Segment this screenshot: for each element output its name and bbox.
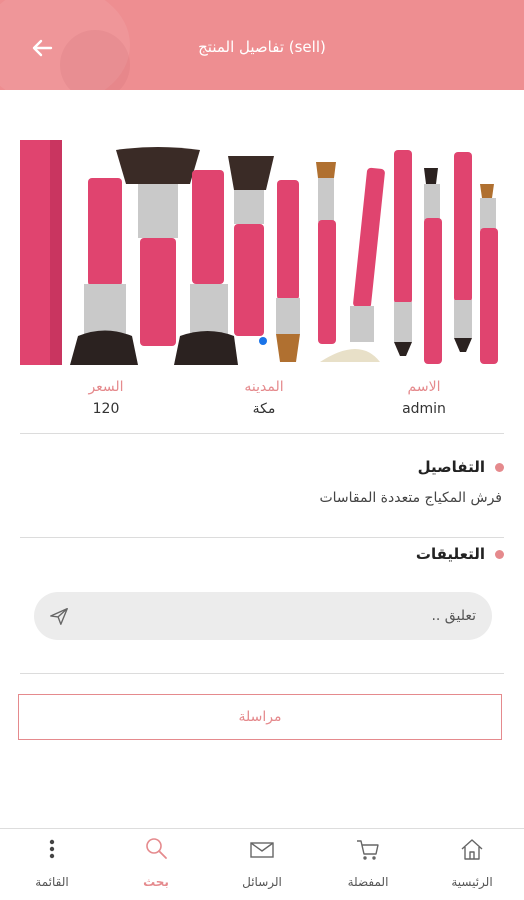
name-field: الاسم admin bbox=[364, 376, 484, 420]
bottom-nav: الرئيسية المفضلة الرسائل بحث القائمة bbox=[0, 828, 524, 900]
search-icon bbox=[146, 838, 167, 859]
product-image[interactable] bbox=[20, 140, 504, 365]
city-field: المدينه مكة bbox=[204, 376, 324, 420]
nav-search-label: بحث bbox=[143, 875, 169, 889]
nav-favorites-label: المفضلة bbox=[347, 875, 389, 889]
comment-box bbox=[34, 592, 492, 640]
product-info-row: الاسم admin المدينه مكة السعر 120 bbox=[20, 376, 504, 426]
page-title: تفاصيل المنتج (sell) bbox=[198, 38, 326, 56]
bullet-icon bbox=[495, 549, 504, 559]
product-details-page: تفاصيل المنتج (sell) الاسم admin المدينه… bbox=[0, 0, 524, 900]
cart-icon bbox=[357, 840, 379, 860]
nav-search[interactable]: بحث bbox=[106, 835, 206, 897]
name-label: الاسم bbox=[407, 379, 441, 395]
price-value: 120 bbox=[92, 401, 120, 417]
comments-section-header: التعليقات bbox=[416, 545, 504, 563]
nav-home[interactable]: الرئيسية bbox=[422, 835, 522, 897]
message-button[interactable]: مراسلة bbox=[18, 694, 502, 740]
nav-home-label: الرئيسية bbox=[451, 875, 493, 889]
price-field: السعر 120 bbox=[46, 376, 166, 420]
price-label: السعر bbox=[88, 379, 124, 395]
send-icon[interactable] bbox=[48, 605, 70, 627]
nav-messages-label: الرسائل bbox=[242, 875, 282, 889]
divider bbox=[20, 537, 504, 538]
details-section-header: التفاصيل bbox=[418, 458, 504, 476]
nav-menu[interactable]: القائمة bbox=[2, 835, 102, 897]
comment-input[interactable] bbox=[94, 592, 476, 640]
more-vertical-icon bbox=[49, 839, 55, 859]
nav-messages[interactable]: الرسائل bbox=[212, 835, 312, 897]
details-text: فرش المكياج متعددة المقاسات bbox=[319, 490, 502, 506]
city-label: المدينه bbox=[244, 379, 284, 395]
nav-menu-label: القائمة bbox=[35, 875, 69, 889]
home-icon bbox=[461, 839, 483, 860]
app-header: تفاصيل المنتج (sell) bbox=[0, 0, 524, 90]
name-value: admin bbox=[402, 401, 446, 417]
divider bbox=[20, 673, 504, 674]
divider bbox=[20, 433, 504, 434]
comments-title: التعليقات bbox=[415, 545, 485, 563]
city-value: مكة bbox=[252, 401, 276, 417]
details-title: التفاصيل bbox=[417, 458, 485, 476]
nav-favorites[interactable]: المفضلة bbox=[318, 835, 418, 897]
bullet-icon bbox=[495, 462, 504, 472]
carousel-indicator[interactable] bbox=[259, 337, 267, 345]
mail-icon bbox=[250, 842, 274, 858]
